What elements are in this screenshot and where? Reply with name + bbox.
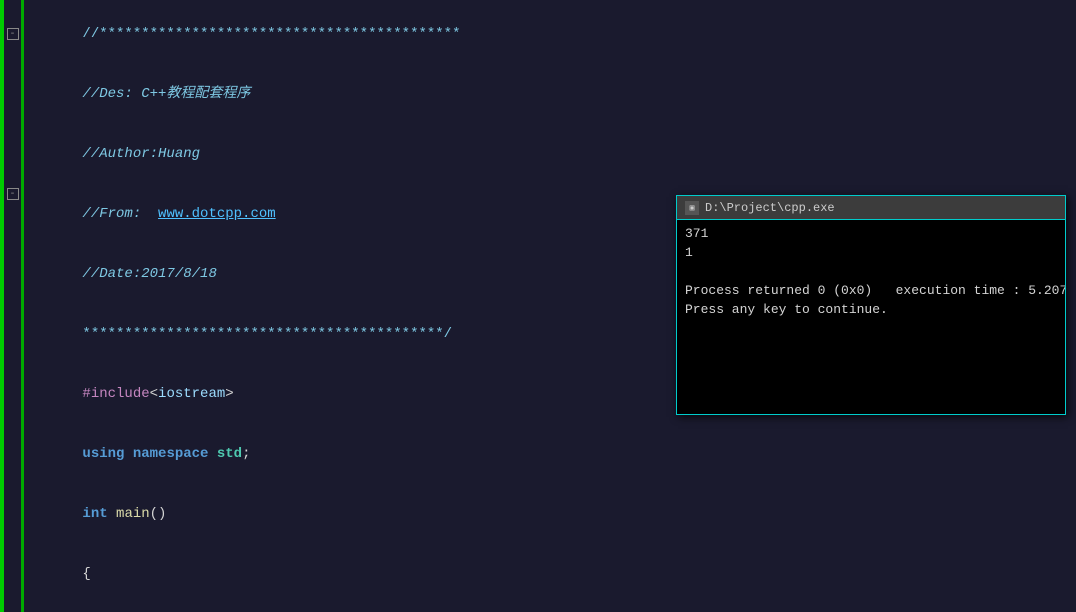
terminal-output-2: 1 [685,243,1057,262]
terminal-output-4: Process returned 0 (0x0) execution time … [685,281,1057,300]
terminal-window: ▣ D:\Project\cpp.exe 371 1 Process retur… [676,195,1066,415]
terminal-body: 371 1 Process returned 0 (0x0) execution… [677,220,1065,414]
fold-marker-comment[interactable]: - [7,28,19,40]
code-line-9: int main() [32,484,1068,544]
terminal-output-3 [685,262,1057,281]
terminal-output-5: Press any key to continue. [685,300,1057,319]
terminal-titlebar: ▣ D:\Project\cpp.exe [677,196,1065,220]
code-line-11: int a;//待判断的这个三位数 [32,604,1068,612]
code-line-10: { [32,544,1068,604]
terminal-title: D:\Project\cpp.exe [705,201,835,215]
code-line-1: //**************************************… [32,4,1068,64]
code-line-8: using namespace std; [32,424,1068,484]
code-gutter: - - [4,0,24,612]
code-line-3: //Author:Huang [32,124,1068,184]
terminal-output-1: 371 [685,224,1057,243]
fold-marker-main[interactable]: - [7,188,19,200]
terminal-app-icon: ▣ [685,201,699,215]
code-line-2: //Des: C++教程配套程序 [32,64,1068,124]
